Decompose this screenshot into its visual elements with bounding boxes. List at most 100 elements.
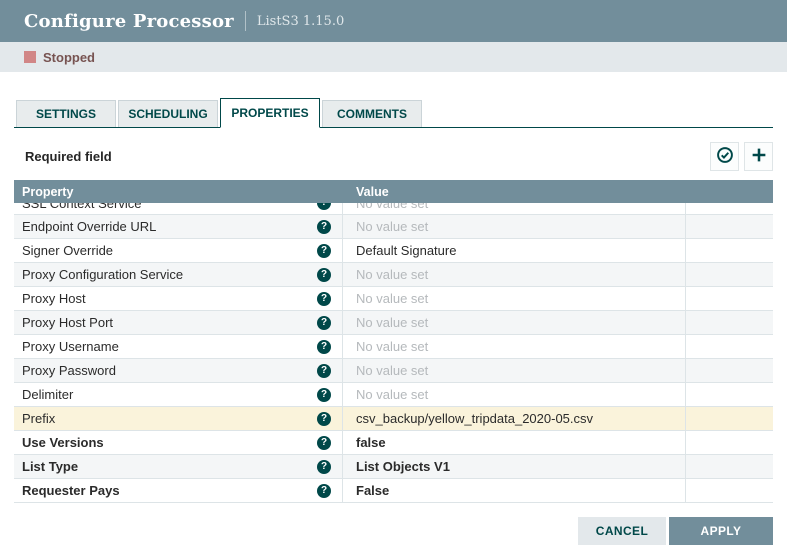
property-value-cell[interactable]: No value set	[343, 263, 686, 287]
status-bar: Stopped	[0, 42, 787, 72]
row-spacer-cell	[686, 479, 773, 503]
help-icon[interactable]: ?	[317, 412, 331, 426]
property-name: Proxy Configuration Service	[22, 267, 183, 282]
property-name-cell: Proxy Host?	[14, 287, 343, 311]
property-value-cell[interactable]: false	[343, 431, 686, 455]
row-spacer-cell	[686, 455, 773, 479]
properties-table-body: SSL Context Service?No value setEndpoint…	[14, 203, 773, 503]
property-name: Delimiter	[22, 387, 73, 402]
property-name: Proxy Host Port	[22, 315, 113, 330]
help-icon[interactable]: ?	[317, 436, 331, 450]
property-row: Proxy Host Port?No value set	[14, 311, 773, 335]
column-header-property: Property	[14, 185, 343, 199]
property-name: SSL Context Service	[22, 203, 141, 211]
row-spacer-cell	[686, 203, 773, 215]
property-value-cell[interactable]: False	[343, 479, 686, 503]
verify-properties-button[interactable]	[710, 142, 739, 171]
help-icon[interactable]: ?	[317, 364, 331, 378]
column-header-value: Value	[343, 185, 686, 199]
tab-settings[interactable]: SETTINGS	[16, 100, 116, 127]
property-name-cell: Proxy Configuration Service?	[14, 263, 343, 287]
property-row: Proxy Password?No value set	[14, 359, 773, 383]
property-value-cell[interactable]: Default Signature	[343, 239, 686, 263]
property-name-cell: List Type?	[14, 455, 343, 479]
property-row: Proxy Configuration Service?No value set	[14, 263, 773, 287]
tab-bar: SETTINGSSCHEDULINGPROPERTIESCOMMENTS	[14, 98, 773, 128]
property-name-cell: Endpoint Override URL?	[14, 215, 343, 239]
property-name-cell: Proxy Host Port?	[14, 311, 343, 335]
dialog-footer: CANCEL APPLY	[14, 517, 773, 545]
property-name-cell: Requester Pays?	[14, 479, 343, 503]
toolbar-buttons	[710, 142, 773, 171]
row-spacer-cell	[686, 431, 773, 455]
add-property-button[interactable]	[744, 142, 773, 171]
property-row: Proxy Username?No value set	[14, 335, 773, 359]
property-row: Proxy Host?No value set	[14, 287, 773, 311]
row-spacer-cell	[686, 335, 773, 359]
help-icon[interactable]: ?	[317, 268, 331, 282]
dialog-header: Configure Processor ListS3 1.15.0	[0, 0, 787, 42]
property-value-cell[interactable]: No value set	[343, 359, 686, 383]
required-field-label: Required field	[25, 149, 112, 164]
cancel-button[interactable]: CANCEL	[578, 517, 666, 545]
property-value-cell[interactable]: No value set	[343, 287, 686, 311]
property-name: List Type	[22, 459, 78, 474]
property-name-cell: Proxy Username?	[14, 335, 343, 359]
help-icon[interactable]: ?	[317, 203, 331, 210]
help-icon[interactable]: ?	[317, 460, 331, 474]
tab-properties[interactable]: PROPERTIES	[220, 98, 320, 128]
dialog-content: SETTINGSSCHEDULINGPROPERTIESCOMMENTS Req…	[0, 98, 787, 545]
row-spacer-cell	[686, 383, 773, 407]
apply-button[interactable]: APPLY	[669, 517, 773, 545]
dialog-title: Configure Processor	[24, 11, 234, 32]
help-icon[interactable]: ?	[317, 220, 331, 234]
row-spacer-cell	[686, 215, 773, 239]
processor-name-version: ListS3 1.15.0	[257, 14, 344, 29]
property-name: Use Versions	[22, 435, 104, 450]
property-row: Prefix?csv_backup/yellow_tripdata_2020-0…	[14, 407, 773, 431]
help-icon[interactable]: ?	[317, 292, 331, 306]
property-value-cell[interactable]: No value set	[343, 215, 686, 239]
help-icon[interactable]: ?	[317, 244, 331, 258]
help-icon[interactable]: ?	[317, 340, 331, 354]
check-circle-icon	[716, 146, 734, 167]
property-value-cell[interactable]: No value set	[343, 203, 686, 215]
property-value-cell[interactable]: No value set	[343, 311, 686, 335]
property-row: List Type?List Objects V1	[14, 455, 773, 479]
help-icon[interactable]: ?	[317, 388, 331, 402]
property-name: Signer Override	[22, 243, 113, 258]
property-name: Prefix	[22, 411, 55, 426]
property-value-cell[interactable]: No value set	[343, 383, 686, 407]
property-row: SSL Context Service?No value set	[14, 203, 773, 215]
property-row: Delimiter?No value set	[14, 383, 773, 407]
property-name: Requester Pays	[22, 483, 120, 498]
title-divider	[245, 11, 246, 31]
property-row: Signer Override?Default Signature	[14, 239, 773, 263]
property-name-cell: SSL Context Service?	[14, 203, 343, 215]
property-name: Proxy Username	[22, 339, 119, 354]
properties-toolbar: Required field	[14, 141, 773, 171]
stopped-state-icon	[24, 51, 36, 63]
property-name: Proxy Host	[22, 291, 86, 306]
property-value-cell[interactable]: csv_backup/yellow_tripdata_2020-05.csv	[343, 407, 686, 431]
row-spacer-cell	[686, 359, 773, 383]
table-header: Property Value	[14, 180, 773, 203]
property-name-cell: Delimiter?	[14, 383, 343, 407]
status-label: Stopped	[43, 50, 95, 65]
row-spacer-cell	[686, 407, 773, 431]
tab-scheduling[interactable]: SCHEDULING	[118, 100, 218, 127]
help-icon[interactable]: ?	[317, 316, 331, 330]
property-name-cell: Proxy Password?	[14, 359, 343, 383]
row-spacer-cell	[686, 239, 773, 263]
row-spacer-cell	[686, 263, 773, 287]
property-value-cell[interactable]: List Objects V1	[343, 455, 686, 479]
property-name: Proxy Password	[22, 363, 116, 378]
properties-table: Property Value SSL Context Service?No va…	[14, 180, 773, 503]
property-name-cell: Prefix?	[14, 407, 343, 431]
help-icon[interactable]: ?	[317, 484, 331, 498]
row-spacer-cell	[686, 311, 773, 335]
row-spacer-cell	[686, 287, 773, 311]
property-name-cell: Signer Override?	[14, 239, 343, 263]
property-value-cell[interactable]: No value set	[343, 335, 686, 359]
tab-comments[interactable]: COMMENTS	[322, 100, 422, 127]
